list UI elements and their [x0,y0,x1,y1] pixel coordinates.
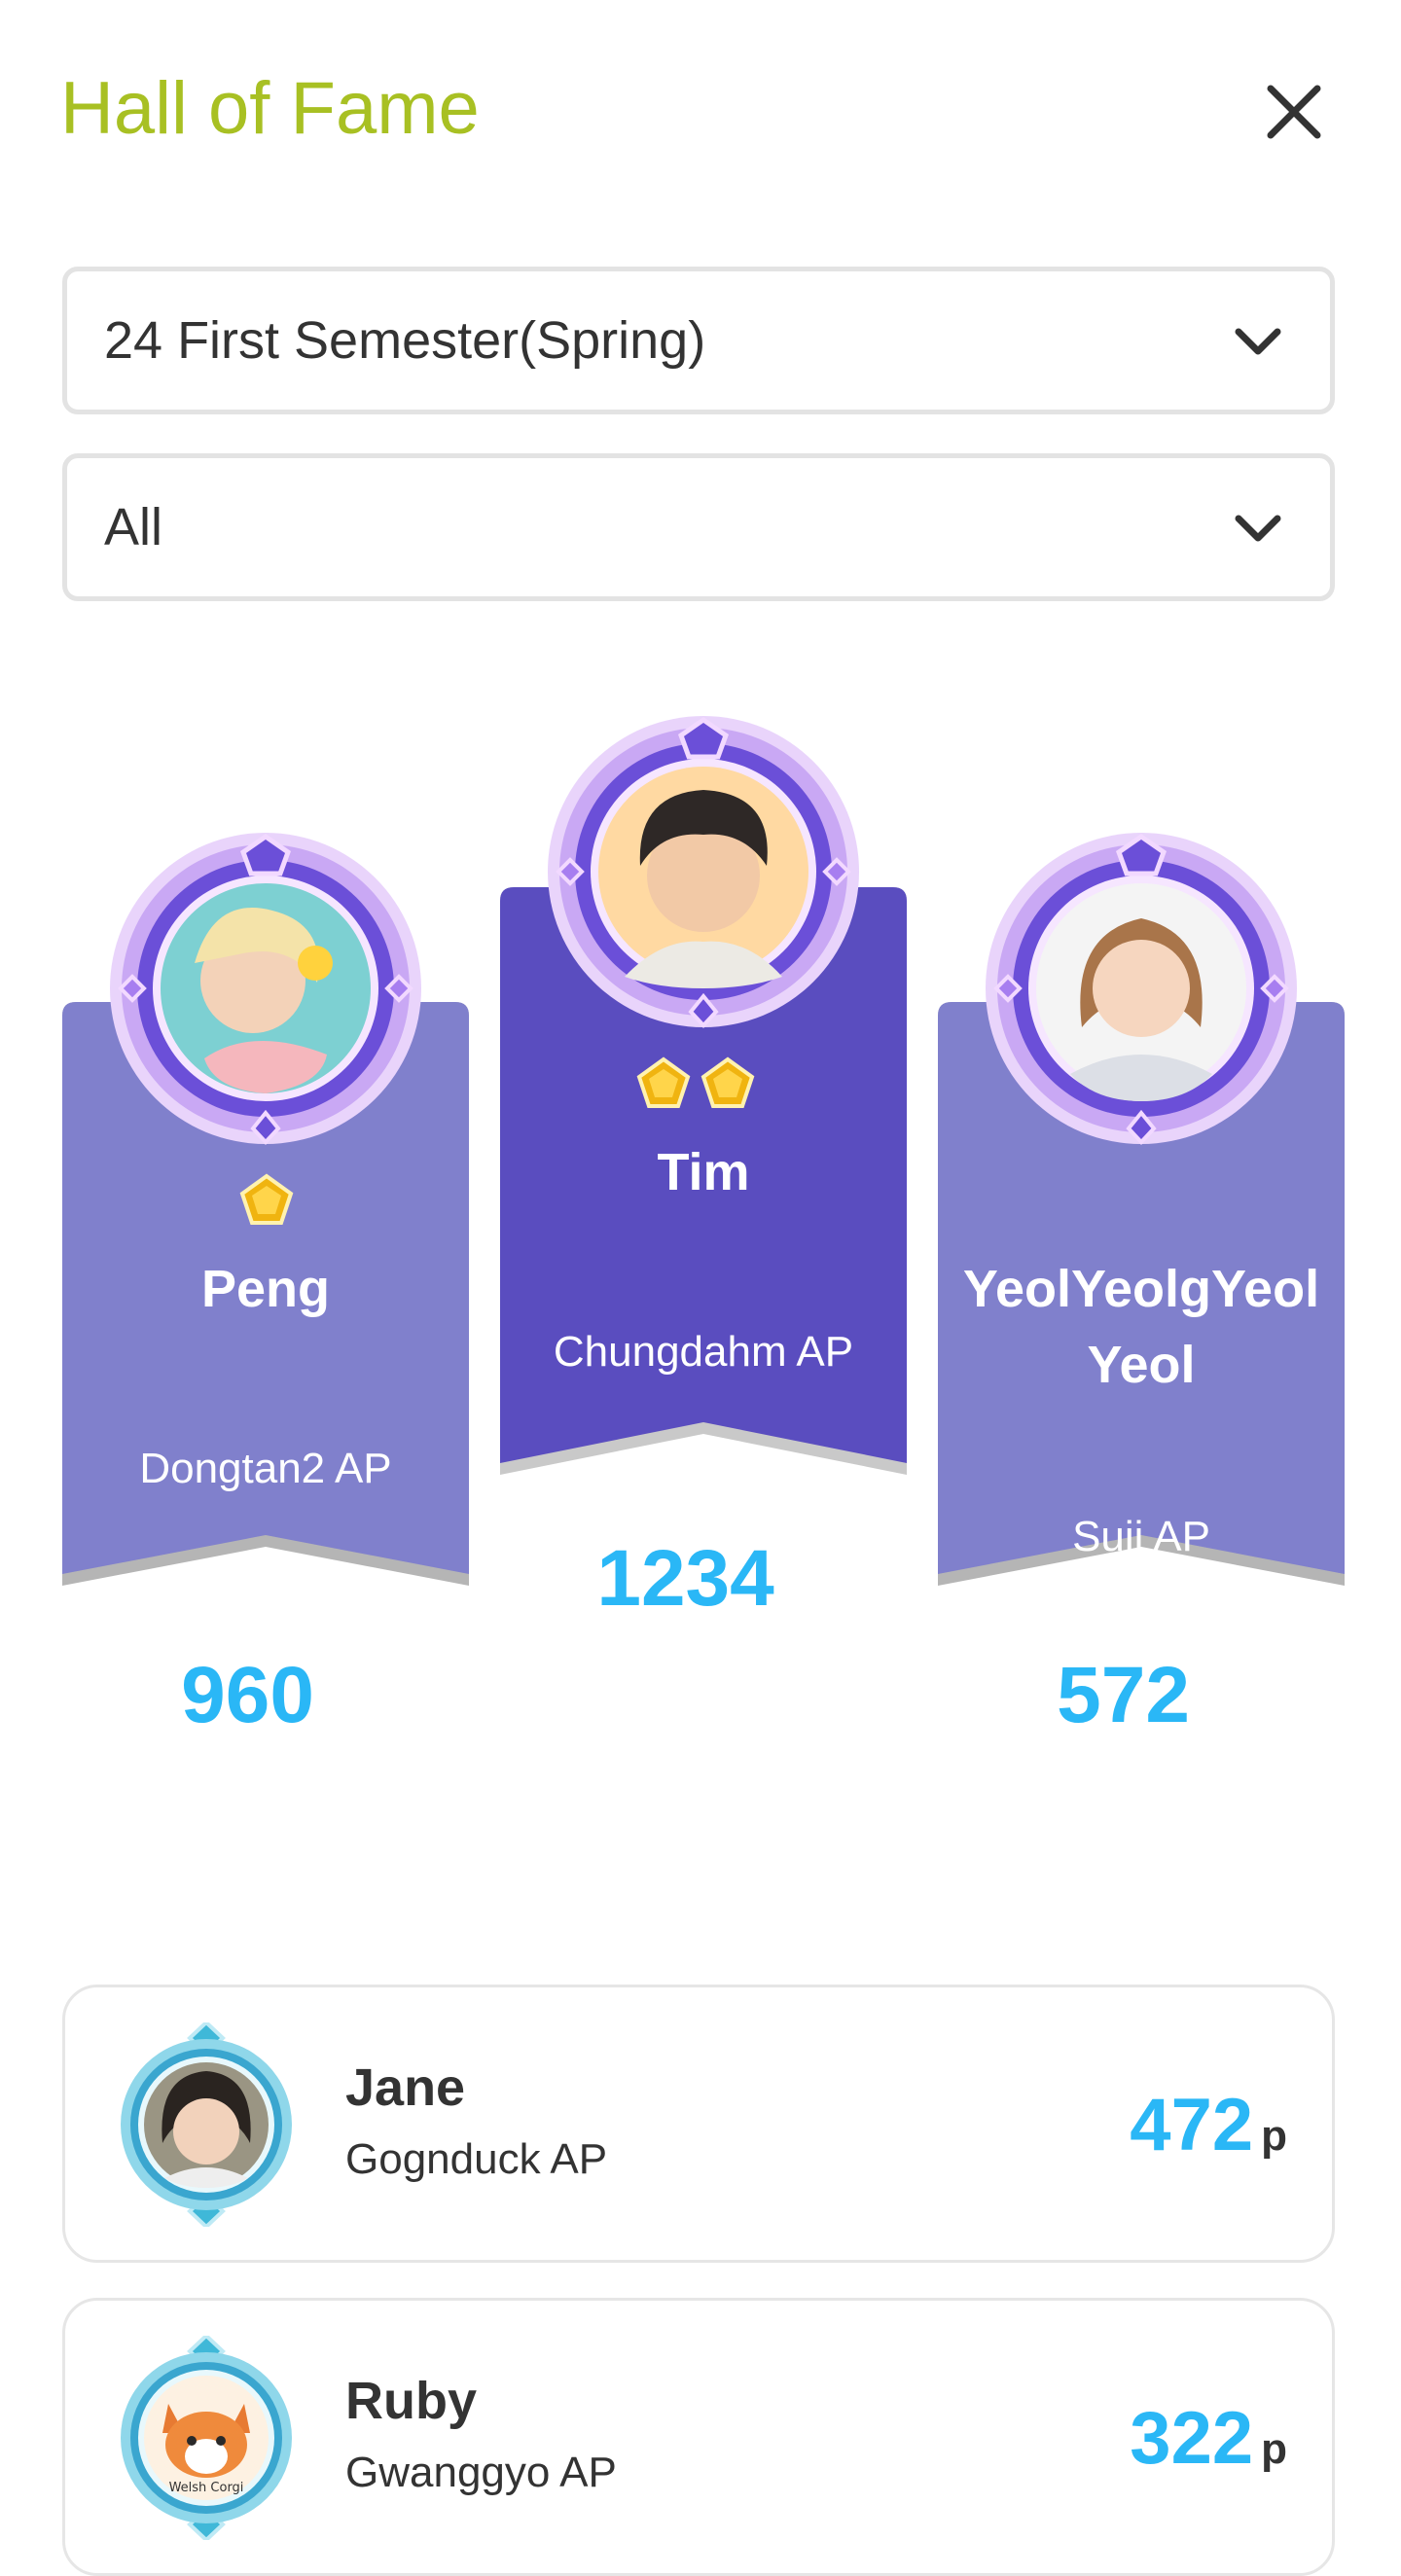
podium-name-rank-3: YeolYeolgYeolYeol [962,1260,1320,1394]
podium: Peng Dongtan2 AP 960 p Tim Chungdahm AP 1… [0,681,1401,1907]
avatar [121,2022,292,2227]
list-item-branch: Gognduck AP [345,2135,608,2183]
crown-icon [239,1173,294,1225]
list-item-name: Ruby [345,2372,477,2430]
podium-name-rank-1: Tim [657,1143,750,1201]
points-value: 1234 [596,1534,774,1623]
podium-points-rank-3: 572 p [938,1650,1345,1741]
podium-name-rank-2: Peng [200,1260,331,1318]
crown-icon [700,1056,755,1108]
list-item[interactable]: Welsh Corgi Ruby Gwanggyo AP 322 p [62,2298,1335,2576]
avatar-caption: Welsh Corgi [169,2481,244,2495]
podium-branch-rank-2: Dongtan2 AP [139,1445,392,1492]
podium-branch-rank-3: Suji AP [1072,1513,1210,1560]
semester-select-value: 24 First Semester(Spring) [104,311,706,370]
semester-select[interactable]: 24 First Semester(Spring) [62,267,1335,414]
podium-branch-rank-1: Chungdahm AP [553,1328,854,1376]
points-value: 322 [1130,2397,1254,2480]
crowns-rank-2 [239,1173,294,1228]
podium-points-rank-1: 1234 p [500,1533,907,1625]
crowns-rank-1 [636,1056,755,1111]
header: Hall of Fame [0,0,1401,224]
points-value: 572 [1057,1651,1190,1739]
points-unit: p [783,1567,810,1615]
list-item-points: 322 p [1130,2396,1287,2481]
avatar-frame-rank-2 [110,833,421,1145]
list-item-points: 472 p [1130,2083,1287,2167]
crown-icon [636,1056,691,1108]
page-title: Hall of Fame [60,67,480,150]
points-value: 960 [181,1651,314,1739]
category-select-value: All [104,498,163,556]
list-item-name: Jane [345,2058,466,2117]
chevron-down-icon [1235,328,1281,355]
podium-points-rank-2: 960 p [62,1650,469,1741]
category-select[interactable]: All [62,453,1335,601]
close-button[interactable] [1255,73,1333,151]
avatar-frame-rank-1 [548,716,859,1028]
chevron-down-icon [1235,515,1281,542]
avatar: Welsh Corgi [121,2336,292,2540]
points-value: 472 [1130,2084,1254,2166]
points-unit: p [323,1684,350,1732]
points-unit: p [1261,2112,1287,2160]
close-icon [1267,85,1321,139]
points-unit: p [1199,1684,1226,1732]
list-item[interactable]: Jane Gognduck AP 472 p [62,1985,1335,2263]
avatar-frame-rank-3 [986,833,1297,1145]
points-unit: p [1261,2425,1287,2473]
